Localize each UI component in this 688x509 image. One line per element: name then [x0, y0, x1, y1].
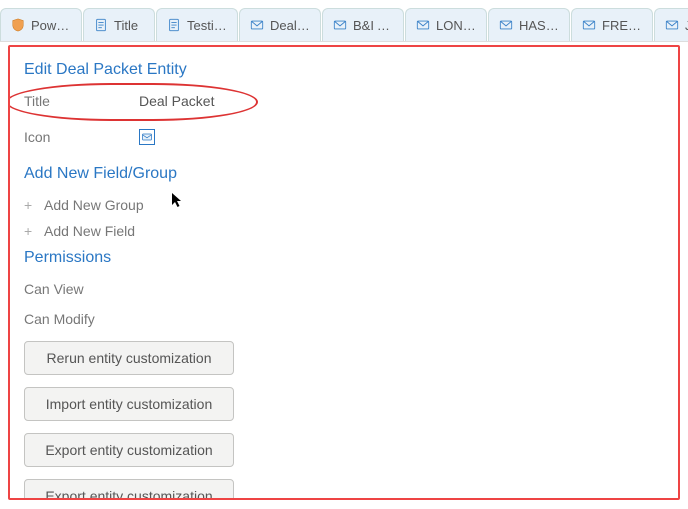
content-panel: Edit Deal Packet Entity Title Deal Packe…	[8, 45, 680, 500]
can-view-row[interactable]: Can View	[24, 281, 664, 297]
tab-title[interactable]: Title	[83, 8, 155, 41]
tab-label: LONNIE	[436, 18, 476, 33]
rerun-customization-button[interactable]: Rerun entity customization	[24, 341, 234, 375]
tab-haskeli[interactable]: HASKELI	[488, 8, 570, 41]
tab-deal-packet[interactable]: Deal Pac	[239, 8, 321, 41]
mail-icon	[665, 18, 679, 32]
title-label: Title	[24, 93, 139, 109]
mail-icon	[416, 18, 430, 32]
mail-icon	[250, 18, 264, 32]
tab-fred-wi[interactable]: FRED WI	[571, 8, 653, 41]
tab-testing[interactable]: Testing	[156, 8, 238, 41]
shield-icon	[11, 18, 25, 32]
icon-field-row: Icon	[24, 129, 664, 145]
tab-bi-aud[interactable]: B&I Aud	[322, 8, 404, 41]
export-customization-sql-button[interactable]: Export entity customization sql	[24, 479, 234, 500]
mail-icon	[499, 18, 513, 32]
edit-entity-header: Edit Deal Packet Entity	[24, 61, 664, 79]
mail-icon	[333, 18, 347, 32]
icon-label: Icon	[24, 129, 139, 145]
tab-label: Testing	[187, 18, 227, 33]
tab-powerga[interactable]: Powerga	[0, 8, 82, 41]
import-customization-button[interactable]: Import entity customization	[24, 387, 234, 421]
plus-icon: +	[24, 223, 36, 239]
doc-icon	[167, 18, 181, 32]
title-field-row: Title Deal Packet	[24, 93, 664, 109]
tab-jared-fi[interactable]: JARED FI	[654, 8, 688, 41]
add-field-group-header: Add New Field/Group	[24, 165, 664, 183]
add-new-field-link[interactable]: + Add New Field	[24, 223, 664, 239]
add-field-label: Add New Field	[44, 223, 135, 239]
plus-icon: +	[24, 197, 36, 213]
can-modify-row[interactable]: Can Modify	[24, 311, 664, 327]
tab-label: Deal Pac	[270, 18, 310, 33]
icon-picker[interactable]	[139, 129, 155, 145]
permissions-header: Permissions	[24, 249, 664, 267]
add-new-group-link[interactable]: + Add New Group	[24, 197, 664, 213]
tab-label: Powerga	[31, 18, 71, 33]
tab-label: Title	[114, 18, 138, 33]
mail-icon	[582, 18, 596, 32]
deal-icon	[141, 131, 153, 143]
tab-lonnie[interactable]: LONNIE	[405, 8, 487, 41]
doc-icon	[94, 18, 108, 32]
tab-bar: Powerga Title Testing Deal Pac B&I Aud L…	[0, 0, 688, 42]
tab-label: HASKELI	[519, 18, 559, 33]
export-customization-button[interactable]: Export entity customization	[24, 433, 234, 467]
title-value[interactable]: Deal Packet	[139, 93, 214, 109]
tab-label: FRED WI	[602, 18, 642, 33]
add-group-label: Add New Group	[44, 197, 144, 213]
tab-label: B&I Aud	[353, 18, 393, 33]
